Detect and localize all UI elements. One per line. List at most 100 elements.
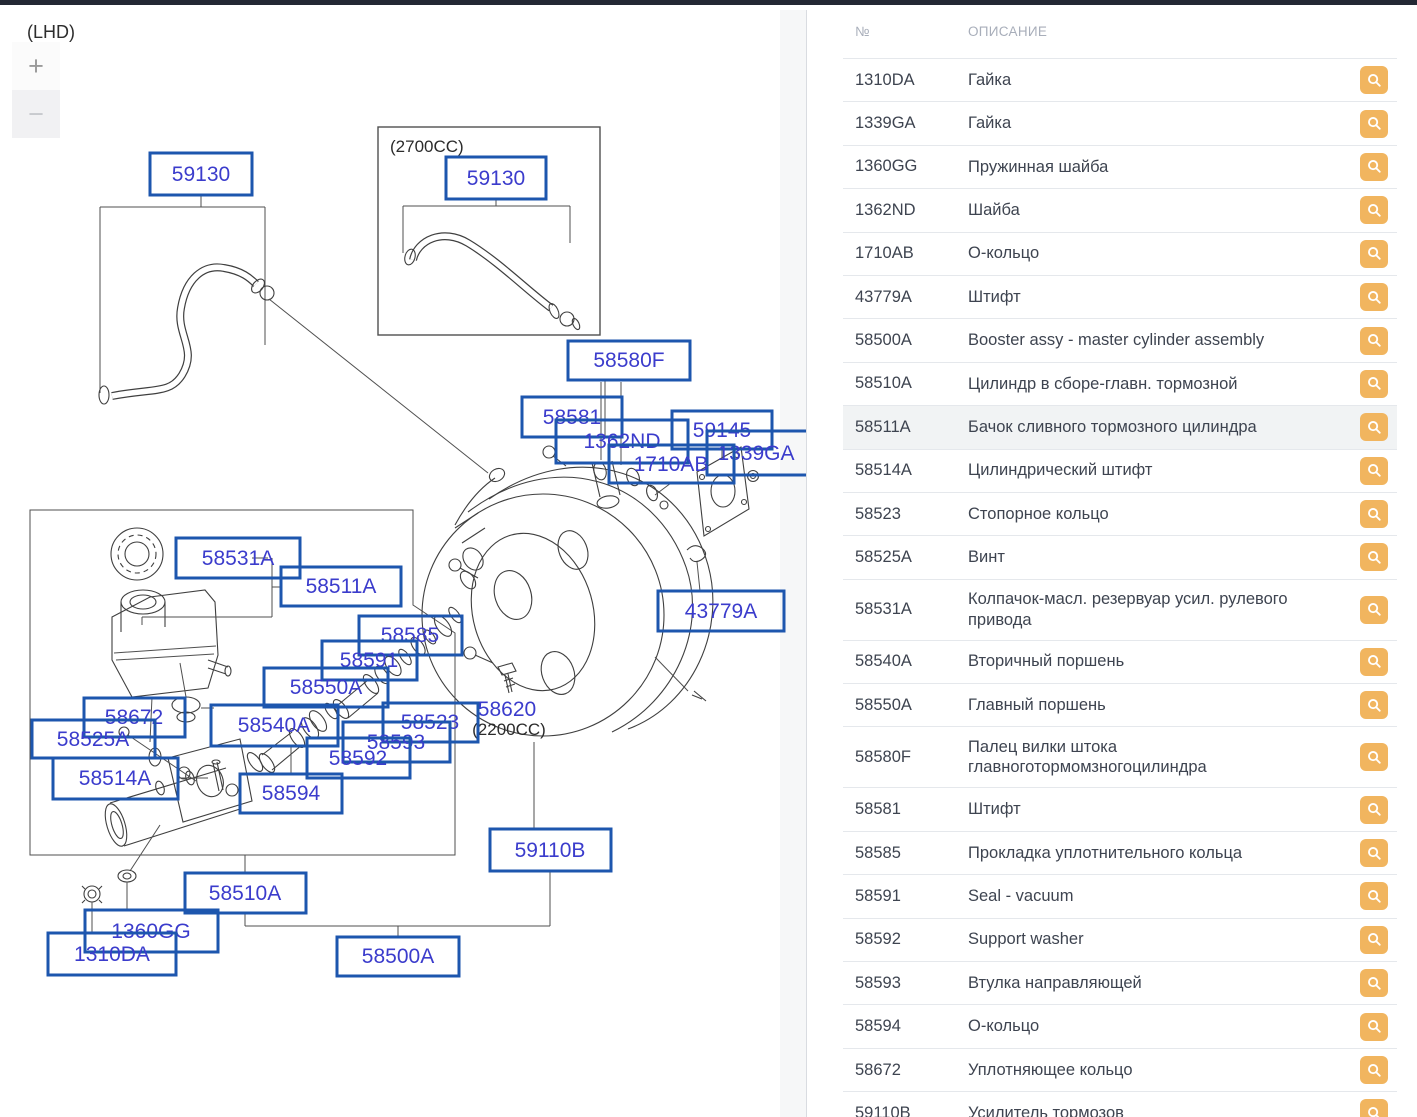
parts-catalog-page: (LHD) + − 58620 (2200CC) (2700CC) 59130 … [0,0,1417,1117]
part-label-58500A[interactable]: 58500A [335,935,461,978]
part-number: 58581 [855,800,901,819]
search-button[interactable] [1360,66,1388,95]
part-number: 43779A [855,287,912,306]
search-button[interactable] [1360,413,1388,442]
table-row[interactable]: 58510A Цилиндр в сборе-главн. тормозной [843,363,1397,407]
search-button[interactable] [1360,196,1388,225]
search-button[interactable] [1360,1056,1388,1084]
search-button[interactable] [1360,1099,1388,1117]
part-label-59130[interactable]: 59130 [148,151,254,197]
search-icon [1367,1063,1381,1077]
search-button[interactable] [1360,925,1388,954]
table-row[interactable]: 58500A Booster assy - master cylinder ass… [843,319,1397,363]
table-row[interactable]: 58592 Support washer [843,919,1397,963]
table-row[interactable]: 58525A Винт [843,536,1397,580]
part-description: Главный поршень [968,695,1106,714]
search-icon [1367,420,1381,434]
table-row[interactable]: 1360GG Пружинная шайба [843,146,1397,190]
part-description: Уплотняющее кольцо [968,1060,1133,1079]
search-button[interactable] [1360,543,1388,572]
table-row-selected[interactable]: 58511A Бачок сливного тормозного цилиндра [843,406,1397,450]
search-button[interactable] [1360,500,1388,529]
minus-icon: − [28,98,44,129]
svg-text:58594: 58594 [262,782,321,805]
table-row[interactable]: 1310DA Гайка [843,59,1397,103]
part-label-58580F[interactable]: 58580F [566,339,692,382]
svg-text:58510A: 58510A [209,882,281,905]
search-button[interactable] [1360,647,1388,676]
svg-text:43779A: 43779A [685,600,757,623]
search-button[interactable] [1360,595,1388,624]
search-button[interactable] [1360,691,1388,720]
part-number: 58500A [855,331,912,350]
part-number: 1362ND [855,200,916,219]
part-description: Штифт [968,287,1021,306]
table-row[interactable]: 58581 Штифт [843,788,1397,832]
table-row[interactable]: 1339GA Гайка [843,102,1397,146]
part-description: Колпачок-масл. резервуар усил. рулевого … [968,589,1288,629]
part-number: 58540A [855,652,912,671]
part-number: 58580F [855,747,911,766]
part-description: О-кольцо [968,1017,1040,1036]
search-icon [1367,1020,1381,1033]
part-label-59110B[interactable]: 59110B [488,827,613,873]
search-icon [1367,117,1381,130]
search-button[interactable] [1360,283,1388,312]
table-row[interactable]: 58580F Палец вилки штока главноготормомзн… [843,727,1397,789]
svg-text:1310DA: 1310DA [74,943,150,966]
part-label-43779A[interactable]: 43779A [656,589,786,633]
table-row[interactable]: 58672 Уплотняющее кольцо [843,1049,1397,1093]
table-row[interactable]: 43779A Штифт [843,276,1397,320]
part-description: Винт [968,548,1005,567]
part-description: Втулка направляющей [968,973,1142,992]
search-icon [1367,247,1381,260]
search-button[interactable] [1360,1012,1388,1041]
search-button[interactable] [1360,109,1388,138]
table-row[interactable]: 59110B Усилитель тормозов [843,1092,1397,1117]
part-number: 59110B [855,1103,911,1117]
search-button[interactable] [1360,882,1388,911]
search-button[interactable] [1360,326,1388,355]
engine-note-cc: (2200CC) [472,720,546,739]
search-button[interactable] [1360,795,1388,824]
search-button[interactable] [1360,239,1388,268]
svg-text:58580F: 58580F [593,349,664,372]
search-button[interactable] [1360,152,1388,181]
search-icon [1367,464,1381,477]
table-row[interactable]: 1710AB О-кольцо [843,233,1397,276]
table-row[interactable]: 58593 Втулка направляющей [843,962,1397,1006]
part-label-58540A[interactable]: 58540A [209,703,340,748]
part-number: 1360GG [855,157,918,176]
part-number: 58531A [855,600,912,619]
part-number: 1710AB [855,244,914,263]
part-description: Бачок сливного тормозного цилиндра [968,417,1257,436]
part-label-58550A[interactable]: 58550A [262,666,390,709]
table-row[interactable]: 58514A Цилиндрический штифт [843,450,1397,493]
part-description: Палец вилки штока главноготормомзногоцил… [968,737,1207,777]
search-button[interactable] [1360,839,1388,868]
zoom-in-button[interactable]: + [12,42,60,90]
search-button[interactable] [1360,456,1388,485]
table-row[interactable]: 1362ND Шайба [843,189,1397,233]
part-label-58594[interactable]: 58594 [238,772,344,815]
part-number: 58525A [855,547,912,566]
part-description: Booster assy - master cylinder assembly [968,331,1265,350]
svg-text:59130: 59130 [172,163,230,186]
search-button[interactable] [1360,743,1388,772]
table-row[interactable]: 58531A Колпачок-масл. резервуар усил. рул… [843,580,1397,641]
table-row[interactable]: 58550A Главный поршень [843,684,1397,728]
table-row[interactable]: 58540A Вторичный поршень [843,641,1397,685]
part-label-59130-inset[interactable]: 59130 [444,155,548,201]
table-row[interactable]: 58591 Seal - vacuum [843,875,1397,919]
plus-icon: + [28,50,44,81]
search-button[interactable] [1360,969,1388,998]
search-button[interactable] [1360,369,1388,398]
table-row[interactable]: 58523 Стопорное кольцо [843,493,1397,537]
part-label-58510A[interactable]: 58510A [183,871,308,915]
zoom-out-button[interactable]: − [12,90,60,138]
table-row[interactable]: 58594 О-кольцо [843,1005,1397,1049]
engine-note-part: 58620 [478,698,536,721]
engine-note: 58620 (2200CC) [472,698,546,739]
table-row[interactable]: 58585 Прокладка уплотнительного кольца [843,832,1397,876]
svg-text:58525A: 58525A [57,728,129,751]
